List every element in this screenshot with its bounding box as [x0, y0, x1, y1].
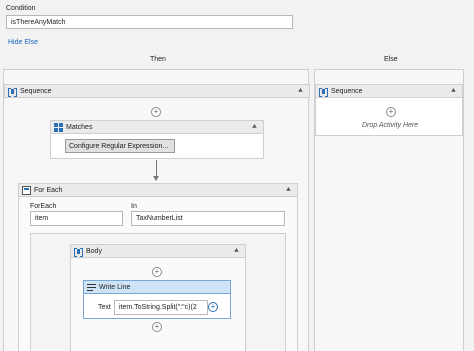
foreach-variable-field[interactable]: item: [30, 211, 123, 226]
double-chevron-up-icon[interactable]: ⯅: [284, 185, 293, 195]
plus-circle-icon[interactable]: +: [152, 322, 162, 332]
configure-regex-button[interactable]: Configure Regular Expression...: [65, 139, 175, 153]
body-icon: [74, 247, 83, 257]
body-title: Body: [86, 247, 102, 255]
write-line-icon: [87, 282, 96, 292]
plus-circle-icon[interactable]: +: [208, 302, 218, 312]
plus-circle-icon[interactable]: +: [151, 107, 161, 117]
else-header: Else: [384, 56, 398, 63]
double-chevron-up-icon[interactable]: ⯅: [250, 122, 259, 132]
then-sequence-header[interactable]: Sequence ⯅: [4, 84, 310, 98]
for-each-icon: [22, 185, 31, 195]
plus-circle-icon[interactable]: +: [386, 107, 396, 117]
then-header: Then: [150, 56, 166, 63]
then-sequence-title: Sequence: [20, 87, 52, 95]
for-each-header[interactable]: For Each ⯅: [18, 183, 298, 197]
text-expression-field[interactable]: item.ToString.Split(":"c)(2: [114, 300, 208, 315]
sequence-icon: [319, 87, 328, 97]
matches-header[interactable]: Matches ⯅: [50, 120, 264, 134]
flow-arrow-head: [153, 176, 159, 181]
else-sequence-title: Sequence: [331, 87, 363, 95]
in-collection-field[interactable]: TaxNumberList: [131, 211, 285, 226]
double-chevron-up-icon[interactable]: ⯅: [232, 246, 241, 256]
for-each-title: For Each: [34, 186, 63, 194]
hide-else-link[interactable]: Hide Else: [8, 39, 38, 46]
double-chevron-up-icon[interactable]: ⯅: [449, 86, 458, 96]
double-chevron-up-icon[interactable]: ⯅: [296, 86, 305, 96]
drop-activity-hint: Drop Activity Here: [362, 122, 419, 129]
in-label: In: [131, 203, 137, 210]
plus-circle-icon[interactable]: +: [152, 267, 162, 277]
sequence-icon: [8, 87, 17, 97]
condition-field[interactable]: isThereAnyMatch: [6, 15, 293, 29]
write-line-header[interactable]: Write Line: [83, 280, 231, 294]
body-header[interactable]: Body ⯅: [70, 244, 246, 258]
flow-connector: [156, 160, 157, 177]
condition-label: Condition: [6, 5, 36, 12]
regex-matches-icon: [54, 122, 63, 132]
else-sequence-header[interactable]: Sequence ⯅: [315, 84, 463, 98]
text-label: Text: [98, 304, 111, 311]
matches-title: Matches: [66, 123, 93, 131]
foreach-label: ForEach: [30, 203, 57, 210]
write-line-title: Write Line: [99, 283, 131, 291]
